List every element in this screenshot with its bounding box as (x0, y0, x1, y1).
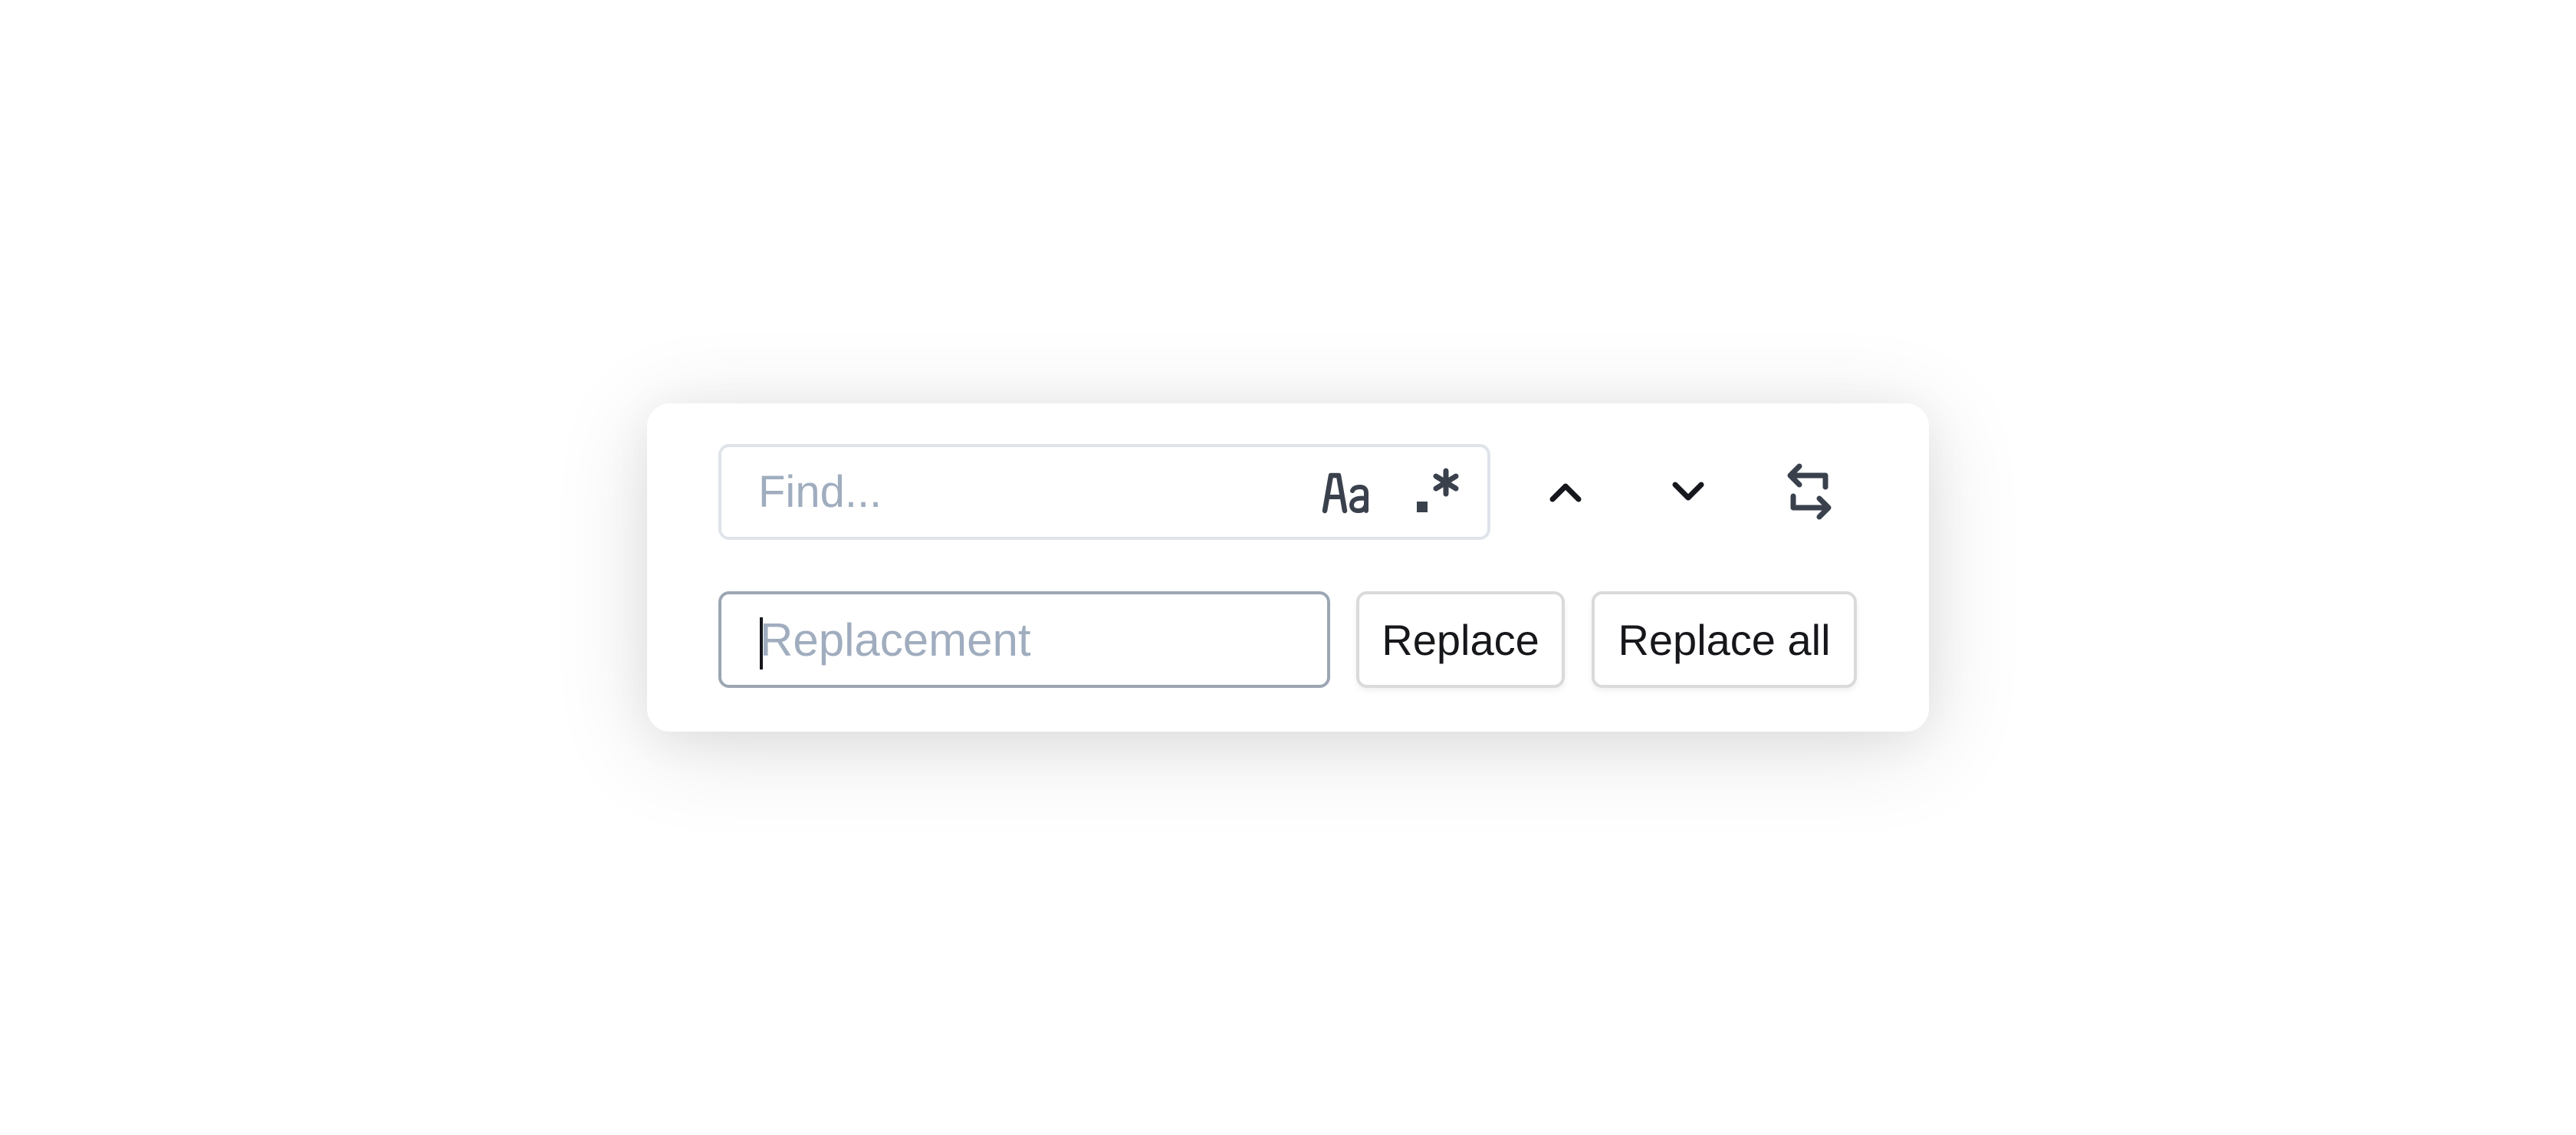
replacement-input[interactable] (760, 594, 1312, 685)
replace-all-button[interactable]: Replace all (1592, 591, 1857, 688)
regex-icon (1417, 468, 1459, 512)
replacement-field[interactable] (718, 591, 1330, 688)
toggle-replace-button[interactable] (1779, 461, 1840, 522)
match-case-icon (1322, 472, 1368, 513)
swap-arrows-icon (1787, 463, 1832, 520)
find-replace-panel: Replace Replace all (647, 403, 1929, 732)
next-match-button[interactable] (1658, 461, 1719, 522)
regex-button[interactable] (1404, 447, 1473, 537)
find-field[interactable] (718, 444, 1490, 540)
chevron-up-icon (1549, 483, 1582, 502)
chevron-down-icon (1672, 482, 1704, 501)
find-input[interactable] (758, 447, 1295, 537)
text-caret (760, 617, 763, 669)
match-case-button[interactable] (1312, 447, 1381, 537)
replace-button[interactable]: Replace (1356, 591, 1565, 688)
previous-match-button[interactable] (1535, 461, 1596, 522)
